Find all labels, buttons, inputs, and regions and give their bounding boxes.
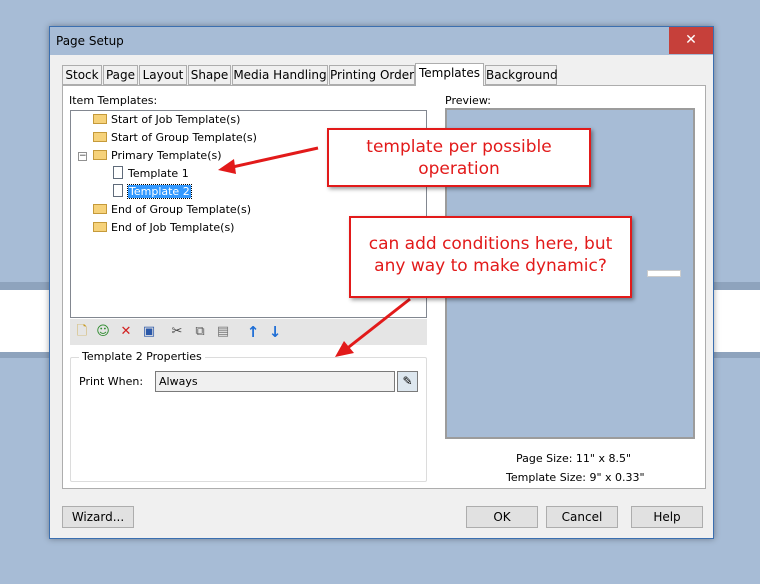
- preview-label: Preview:: [445, 94, 491, 107]
- cut-icon[interactable]: ✂: [168, 323, 186, 341]
- close-icon: ✕: [685, 32, 697, 48]
- tab-printing-order[interactable]: Printing Order: [329, 65, 415, 85]
- tree-node-primary-templates[interactable]: Primary Template(s): [93, 147, 222, 165]
- preview-template-strip: [647, 270, 681, 277]
- folder-icon: [93, 222, 107, 232]
- wizard-button[interactable]: Wizard...: [62, 506, 134, 528]
- tree-node-start-of-job[interactable]: Start of Job Template(s): [93, 111, 240, 129]
- tab-background[interactable]: Background: [485, 65, 558, 85]
- cancel-button[interactable]: Cancel: [546, 506, 618, 528]
- template-properties-group: Template 2 Properties Print When: Always…: [70, 350, 427, 482]
- new-template-wizard-icon[interactable]: ☺: [94, 323, 112, 341]
- delete-icon[interactable]: ✕: [117, 323, 135, 341]
- tab-shape[interactable]: Shape: [188, 65, 231, 85]
- tree-node-template-2[interactable]: Template 2: [113, 183, 192, 201]
- folder-icon: [93, 204, 107, 214]
- paste-icon[interactable]: ▤: [214, 323, 232, 341]
- template-properties-title: Template 2 Properties: [79, 350, 205, 363]
- tab-page[interactable]: Page: [103, 65, 138, 85]
- folder-icon: [93, 114, 107, 124]
- window-title: Page Setup: [56, 34, 124, 48]
- tree-node-start-of-group[interactable]: Start of Group Template(s): [93, 129, 257, 147]
- document-icon: [113, 166, 123, 179]
- close-button[interactable]: ✕: [669, 27, 713, 54]
- callout-dynamic-conditions: can add conditions here, but any way to …: [349, 216, 632, 298]
- collapse-icon[interactable]: −: [78, 152, 87, 161]
- folder-open-icon: [93, 150, 107, 160]
- help-button[interactable]: Help: [631, 506, 703, 528]
- tab-media-handling[interactable]: Media Handling: [232, 65, 328, 85]
- copy-icon[interactable]: ⧉: [191, 323, 209, 341]
- move-up-icon[interactable]: ↑: [244, 323, 262, 341]
- properties-icon[interactable]: ▣: [140, 323, 158, 341]
- move-down-icon[interactable]: ↓: [266, 323, 284, 341]
- template-size-text: Template Size: 9" x 0.33": [506, 471, 645, 484]
- print-when-label: Print When:: [79, 375, 144, 388]
- folder-icon: [93, 132, 107, 142]
- new-template-icon[interactable]: 🗋: [73, 323, 91, 341]
- callout-template-per-operation: template per possible operation: [327, 128, 591, 187]
- item-templates-label: Item Templates:: [69, 94, 158, 107]
- tab-layout[interactable]: Layout: [139, 65, 187, 85]
- tree-node-template-1[interactable]: Template 1: [113, 165, 189, 183]
- ok-button[interactable]: OK: [466, 506, 538, 528]
- page-size-text: Page Size: 11" x 8.5": [516, 452, 632, 465]
- tree-node-end-of-group[interactable]: End of Group Template(s): [93, 201, 251, 219]
- title-bar: Page Setup ✕: [50, 27, 713, 55]
- document-icon: [113, 184, 123, 197]
- print-when-field[interactable]: Always: [155, 371, 395, 392]
- template-toolbar: 🗋 ☺ ✕ ▣ ✂ ⧉ ▤ ↑ ↓: [70, 319, 427, 345]
- tab-templates[interactable]: Templates: [415, 63, 484, 86]
- condition-editor-button[interactable]: ✎: [397, 371, 418, 392]
- tab-stock[interactable]: Stock: [62, 65, 102, 85]
- tree-node-end-of-job[interactable]: End of Job Template(s): [93, 219, 234, 237]
- edit-condition-icon: ✎: [402, 374, 413, 388]
